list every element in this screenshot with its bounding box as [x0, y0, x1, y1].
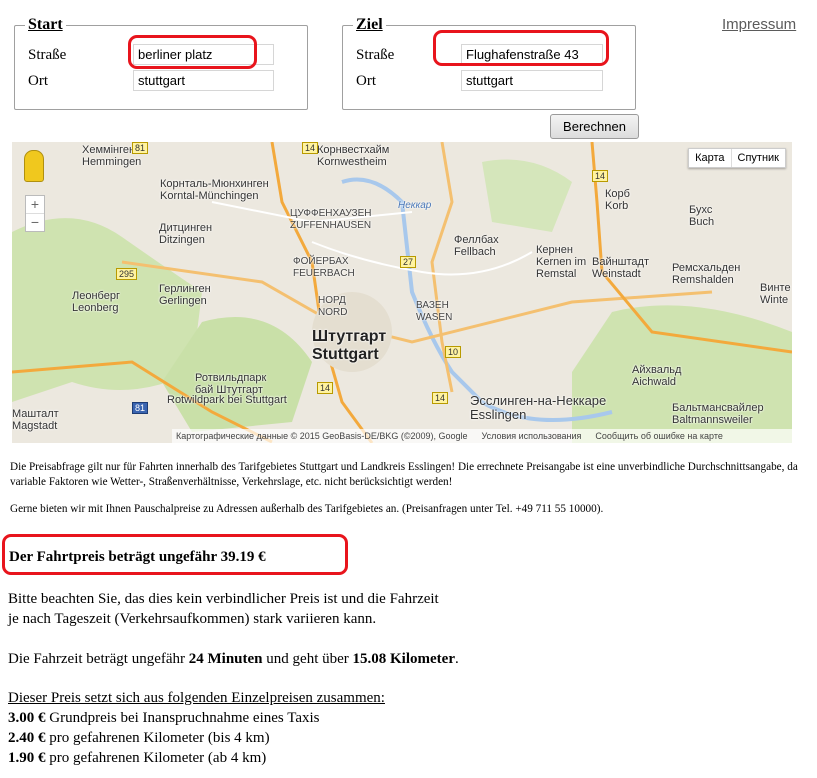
map-label: ВАЗЕН WASEN [416, 300, 453, 323]
impressum-link[interactable]: Impressum [722, 16, 796, 33]
zoom-control: + − [25, 195, 45, 232]
route-map[interactable]: + − Карта Спутник Хеммінген Hemmingen Кор… [12, 142, 792, 443]
breakdown-item: 3.00 € Grundpreis bei Inanspruchnahme ei… [8, 710, 320, 726]
map-label: Rotwildpark bei Stuttgart [167, 394, 287, 406]
road-shield: 10 [445, 346, 462, 358]
duration-distance: 15.08 Kilometer [352, 651, 455, 667]
map-label-stuttgart: Штутгарт Stuttgart [312, 328, 387, 363]
road-shield: 14 [592, 170, 609, 182]
duration-line: Die Fahrzeit beträgt ungefähr 24 Minuten… [8, 649, 459, 669]
duration-suffix: . [454, 651, 459, 667]
tariff-notice: Die Preisabfrage gilt nur für Fahrten in… [10, 461, 798, 488]
map-label: Вайнштадт Weinstadt [592, 256, 649, 280]
road-shield: 14 [432, 392, 449, 404]
start-city-label: Ort [28, 73, 48, 89]
flatrate-notice: Gerne bieten wir mit Ihnen Pauschalpreis… [10, 503, 604, 515]
map-background [12, 142, 792, 443]
map-attribution-text: Картографические данные © 2015 GeoBasis-… [176, 431, 468, 441]
road-shield: 295 [116, 268, 138, 280]
duration-prefix: Die Fahrzeit beträgt ungefähr [8, 651, 189, 667]
start-city-input[interactable] [133, 70, 274, 91]
map-label: Винте Winte [760, 282, 791, 306]
map-attribution: Картографические данные © 2015 GeoBasis-… [172, 429, 792, 443]
map-label: НОРД NORD [318, 295, 348, 318]
map-label: Ремсхальден Remshalden [672, 262, 741, 286]
map-label: Феллбах Fellbach [454, 234, 499, 258]
map-label: Айхвальд Aichwald [632, 364, 682, 388]
map-label: Ротвильдпарк бай Штутгарт [195, 372, 267, 396]
ziel-street-highlight [433, 30, 609, 66]
zoom-out-button[interactable]: − [26, 214, 44, 231]
map-label: Неккар [398, 200, 432, 211]
map-label: Кернен Kernen im [536, 244, 587, 268]
map-label: Эсслинген-на-Неккаре Esslingen [470, 393, 607, 422]
ziel-city-label: Ort [356, 73, 376, 89]
breakdown-item: 1.90 € pro gefahrenen Kilometer (ab 4 km… [8, 750, 267, 766]
map-label: Корнвестхайм Kornwestheim [317, 144, 390, 168]
map-label: ФОЙЕРБАХ FEUERBACH [293, 256, 355, 279]
start-street-label: Straße [28, 47, 67, 63]
map-label: ЦУФФЕНХАУЗЕН ZUFFENHAUSEN [290, 208, 372, 231]
ziel-street-label: Straße [356, 47, 395, 63]
road-shield: 81 [132, 402, 149, 414]
map-type-map-button[interactable]: Карта [689, 149, 732, 167]
road-shield: 81 [132, 142, 149, 154]
disclaimer-line-1: Bitte beachten Sie, das dies kein verbin… [8, 591, 439, 607]
street-view-pegman-icon[interactable] [24, 150, 44, 182]
duration-middle: und geht über [262, 651, 353, 667]
map-label: Леонберг Leonberg [72, 290, 120, 314]
calculate-button[interactable]: Berechnen [550, 114, 639, 139]
ziel-legend: Ziel [353, 16, 386, 34]
map-type-satellite-button[interactable]: Спутник [732, 149, 785, 167]
duration-time: 24 Minuten [188, 651, 263, 667]
map-label: Бухс Buch [689, 204, 715, 228]
map-label: Remstal [536, 268, 577, 280]
map-label: Корб Korb [605, 188, 630, 212]
map-label: Дитцинген Ditzingen [159, 222, 213, 246]
breakdown-title: Dieser Preis setzt sich aus folgenden Ei… [8, 690, 385, 706]
map-type-control: Карта Спутник [688, 148, 786, 168]
price-highlight [2, 534, 348, 575]
ziel-city-input[interactable] [461, 70, 603, 91]
road-shield: 14 [302, 142, 319, 154]
start-street-highlight [128, 35, 257, 69]
breakdown-item: 2.40 € pro gefahrenen Kilometer (bis 4 k… [8, 730, 270, 746]
map-label: Герлинген Gerlingen [159, 283, 211, 307]
disclaimer-line-2: je nach Tageszeit (Verkehrsaufkommen) st… [8, 611, 377, 627]
map-label: Корнталь-Мюнхинген Korntal-Münchingen [160, 178, 269, 202]
road-shield: 27 [400, 256, 417, 268]
map-label: Бальтмансвайлер Baltmannsweiler [672, 402, 764, 426]
road-shield: 14 [317, 382, 334, 394]
map-label: Машталт Magstadt [12, 408, 59, 432]
zoom-in-button[interactable]: + [26, 196, 44, 214]
map-report-link[interactable]: Сообщить об ошибке на карте [595, 431, 722, 441]
map-terms-link[interactable]: Условия использования [482, 431, 582, 441]
start-legend: Start [25, 16, 66, 34]
